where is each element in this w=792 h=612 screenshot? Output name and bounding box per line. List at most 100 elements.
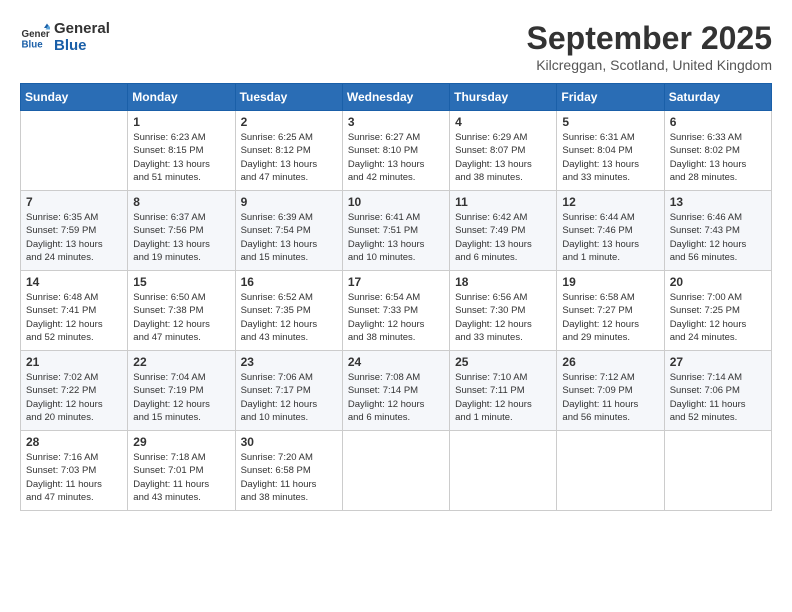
day-info: Sunrise: 6:58 AM Sunset: 7:27 PM Dayligh… (562, 291, 658, 344)
day-number: 23 (241, 355, 337, 369)
calendar-day-cell: 28 Sunrise: 7:16 AM Sunset: 7:03 PM Dayli… (21, 431, 128, 511)
logo-general: General (54, 20, 110, 37)
calendar-day-cell (450, 431, 557, 511)
day-info: Sunrise: 6:25 AM Sunset: 8:12 PM Dayligh… (241, 131, 337, 184)
calendar-day-cell: 11Sunrise: 6:42 AM Sunset: 7:49 PM Dayli… (450, 191, 557, 271)
calendar-day-cell: 6 Sunrise: 6:33 AM Sunset: 8:02 PM Daylig… (664, 111, 771, 191)
calendar-day-cell: 12 Sunrise: 6:44 AM Sunset: 7:46 PM Dayli… (557, 191, 664, 271)
day-info: Sunrise: 6:39 AM Sunset: 7:54 PM Dayligh… (241, 211, 337, 264)
day-info: Sunrise: 7:16 AM Sunset: 7:03 PM Dayligh… (26, 451, 122, 504)
calendar-day-cell: 14Sunrise: 6:48 AM Sunset: 7:41 PM Dayli… (21, 271, 128, 351)
day-number: 22 (133, 355, 229, 369)
day-number: 16 (241, 275, 337, 289)
day-number: 15 (133, 275, 229, 289)
day-info: Sunrise: 6:35 AM Sunset: 7:59 PM Dayligh… (26, 211, 122, 264)
day-info: Sunrise: 6:54 AM Sunset: 7:33 PM Dayligh… (348, 291, 444, 344)
page-header: General Blue General Blue September 2025… (20, 20, 772, 73)
day-number: 24 (348, 355, 444, 369)
calendar-day-cell: 17 Sunrise: 6:54 AM Sunset: 7:33 PM Dayli… (342, 271, 449, 351)
day-number: 18 (455, 275, 551, 289)
day-number: 30 (241, 435, 337, 449)
day-number: 14 (26, 275, 122, 289)
calendar-table: SundayMondayTuesdayWednesdayThursdayFrid… (20, 83, 772, 511)
day-info: Sunrise: 7:20 AM Sunset: 6:58 PM Dayligh… (241, 451, 337, 504)
day-number: 8 (133, 195, 229, 209)
day-number: 29 (133, 435, 229, 449)
day-number: 9 (241, 195, 337, 209)
logo: General Blue General Blue (20, 20, 110, 54)
day-info: Sunrise: 6:42 AM Sunset: 7:49 PM Dayligh… (455, 211, 551, 264)
day-number: 1 (133, 115, 229, 129)
calendar-day-cell: 5Sunrise: 6:31 AM Sunset: 8:04 PM Daylig… (557, 111, 664, 191)
day-info: Sunrise: 6:27 AM Sunset: 8:10 PM Dayligh… (348, 131, 444, 184)
day-info: Sunrise: 7:14 AM Sunset: 7:06 PM Dayligh… (670, 371, 766, 424)
day-info: Sunrise: 6:31 AM Sunset: 8:04 PM Dayligh… (562, 131, 658, 184)
weekday-header-cell: Wednesday (342, 84, 449, 111)
calendar-day-cell (664, 431, 771, 511)
day-info: Sunrise: 7:08 AM Sunset: 7:14 PM Dayligh… (348, 371, 444, 424)
day-info: Sunrise: 6:23 AM Sunset: 8:15 PM Dayligh… (133, 131, 229, 184)
calendar-day-cell: 23Sunrise: 7:06 AM Sunset: 7:17 PM Dayli… (235, 351, 342, 431)
weekday-header-row: SundayMondayTuesdayWednesdayThursdayFrid… (21, 84, 772, 111)
day-number: 26 (562, 355, 658, 369)
calendar-day-cell: 3 Sunrise: 6:27 AM Sunset: 8:10 PM Daylig… (342, 111, 449, 191)
day-info: Sunrise: 6:52 AM Sunset: 7:35 PM Dayligh… (241, 291, 337, 344)
day-info: Sunrise: 6:50 AM Sunset: 7:38 PM Dayligh… (133, 291, 229, 344)
weekday-header-cell: Saturday (664, 84, 771, 111)
calendar-day-cell: 9 Sunrise: 6:39 AM Sunset: 7:54 PM Daylig… (235, 191, 342, 271)
day-number: 17 (348, 275, 444, 289)
location: Kilcreggan, Scotland, United Kingdom (527, 57, 772, 73)
day-number: 27 (670, 355, 766, 369)
day-info: Sunrise: 6:33 AM Sunset: 8:02 PM Dayligh… (670, 131, 766, 184)
day-number: 2 (241, 115, 337, 129)
day-info: Sunrise: 7:18 AM Sunset: 7:01 PM Dayligh… (133, 451, 229, 504)
calendar-day-cell: 20Sunrise: 7:00 AM Sunset: 7:25 PM Dayli… (664, 271, 771, 351)
weekday-header-cell: Sunday (21, 84, 128, 111)
calendar-day-cell: 26Sunrise: 7:12 AM Sunset: 7:09 PM Dayli… (557, 351, 664, 431)
calendar-day-cell (557, 431, 664, 511)
title-block: September 2025 Kilcreggan, Scotland, Uni… (527, 20, 772, 73)
calendar-day-cell: 10Sunrise: 6:41 AM Sunset: 7:51 PM Dayli… (342, 191, 449, 271)
calendar-day-cell (21, 111, 128, 191)
day-number: 21 (26, 355, 122, 369)
calendar-day-cell: 19 Sunrise: 6:58 AM Sunset: 7:27 PM Dayli… (557, 271, 664, 351)
calendar-body: 1 Sunrise: 6:23 AM Sunset: 8:15 PM Daylig… (21, 111, 772, 511)
calendar-day-cell: 4Sunrise: 6:29 AM Sunset: 8:07 PM Daylig… (450, 111, 557, 191)
day-number: 28 (26, 435, 122, 449)
day-number: 19 (562, 275, 658, 289)
day-number: 6 (670, 115, 766, 129)
weekday-header-cell: Friday (557, 84, 664, 111)
calendar-week-row: 7 Sunrise: 6:35 AM Sunset: 7:59 PM Daylig… (21, 191, 772, 271)
svg-text:General: General (22, 29, 51, 40)
day-info: Sunrise: 6:37 AM Sunset: 7:56 PM Dayligh… (133, 211, 229, 264)
calendar-day-cell: 16 Sunrise: 6:52 AM Sunset: 7:35 PM Dayli… (235, 271, 342, 351)
day-number: 20 (670, 275, 766, 289)
calendar-week-row: 14Sunrise: 6:48 AM Sunset: 7:41 PM Dayli… (21, 271, 772, 351)
weekday-header-cell: Monday (128, 84, 235, 111)
day-info: Sunrise: 6:44 AM Sunset: 7:46 PM Dayligh… (562, 211, 658, 264)
calendar-week-row: 21 Sunrise: 7:02 AM Sunset: 7:22 PM Dayli… (21, 351, 772, 431)
day-info: Sunrise: 7:10 AM Sunset: 7:11 PM Dayligh… (455, 371, 551, 424)
calendar-day-cell (342, 431, 449, 511)
month-title: September 2025 (527, 20, 772, 57)
calendar-day-cell: 1 Sunrise: 6:23 AM Sunset: 8:15 PM Daylig… (128, 111, 235, 191)
logo-icon: General Blue (20, 22, 50, 52)
calendar-week-row: 1 Sunrise: 6:23 AM Sunset: 8:15 PM Daylig… (21, 111, 772, 191)
day-number: 7 (26, 195, 122, 209)
logo-blue: Blue (54, 37, 110, 54)
day-number: 12 (562, 195, 658, 209)
weekday-header-cell: Thursday (450, 84, 557, 111)
calendar-day-cell: 2 Sunrise: 6:25 AM Sunset: 8:12 PM Daylig… (235, 111, 342, 191)
day-info: Sunrise: 7:02 AM Sunset: 7:22 PM Dayligh… (26, 371, 122, 424)
calendar-day-cell: 29 Sunrise: 7:18 AM Sunset: 7:01 PM Dayli… (128, 431, 235, 511)
calendar-day-cell: 24 Sunrise: 7:08 AM Sunset: 7:14 PM Dayli… (342, 351, 449, 431)
day-number: 25 (455, 355, 551, 369)
day-number: 3 (348, 115, 444, 129)
calendar-day-cell: 8 Sunrise: 6:37 AM Sunset: 7:56 PM Daylig… (128, 191, 235, 271)
day-info: Sunrise: 6:41 AM Sunset: 7:51 PM Dayligh… (348, 211, 444, 264)
calendar-day-cell: 15 Sunrise: 6:50 AM Sunset: 7:38 PM Dayli… (128, 271, 235, 351)
calendar-day-cell: 22Sunrise: 7:04 AM Sunset: 7:19 PM Dayli… (128, 351, 235, 431)
day-info: Sunrise: 6:46 AM Sunset: 7:43 PM Dayligh… (670, 211, 766, 264)
calendar-day-cell: 13Sunrise: 6:46 AM Sunset: 7:43 PM Dayli… (664, 191, 771, 271)
calendar-day-cell: 30 Sunrise: 7:20 AM Sunset: 6:58 PM Dayli… (235, 431, 342, 511)
